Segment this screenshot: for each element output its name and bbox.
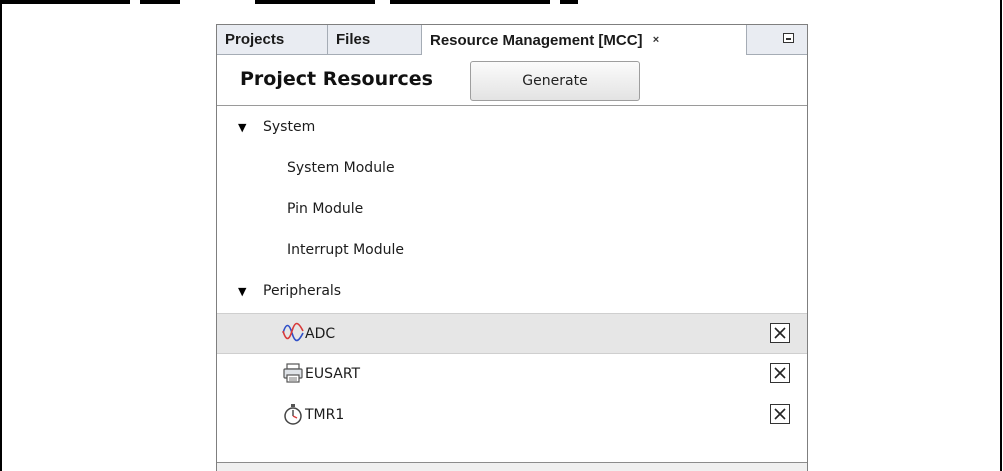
tree-item-label: Pin Module (287, 201, 364, 217)
generate-button[interactable]: Generate (470, 61, 640, 101)
tree-item-label: EUSART (305, 366, 361, 382)
tree-item-system-module[interactable]: System Module (217, 148, 807, 189)
tree-item-tmr1[interactable]: TMR1 (217, 395, 807, 436)
tree-item-eusart[interactable]: EUSART (217, 354, 807, 395)
tab-close-icon[interactable]: × (653, 25, 659, 55)
close-icon (774, 408, 786, 420)
tab-resource-management-label: Resource Management [MCC] (430, 32, 643, 49)
tab-files[interactable]: Files (328, 25, 422, 55)
printer-icon (283, 363, 303, 383)
expand-down-icon[interactable]: ▼ (238, 285, 246, 298)
tab-resource-management[interactable]: Resource Management [MCC] × (422, 25, 747, 55)
tree-item-pin-module[interactable]: Pin Module (217, 189, 807, 230)
tree-item-adc[interactable]: ADC (217, 313, 807, 354)
tree-item-interrupt-module[interactable]: Interrupt Module (217, 230, 807, 271)
tree-node-label: System (263, 119, 316, 135)
tree-node-system[interactable]: ▼ System (217, 107, 807, 148)
expand-down-icon[interactable]: ▼ (238, 121, 246, 134)
page-title: Project Resources (240, 68, 433, 90)
minimize-icon[interactable] (783, 33, 794, 43)
figure-caption-cutoff (0, 0, 1003, 4)
tab-projects[interactable]: Projects (217, 25, 328, 55)
project-resources-header: Project Resources Generate (217, 56, 807, 106)
waveform-icon (282, 322, 304, 342)
stopwatch-icon (284, 404, 302, 425)
close-icon (774, 327, 786, 339)
remove-tmr1-button[interactable] (770, 404, 790, 424)
remove-eusart-button[interactable] (770, 363, 790, 383)
figure-frame-right (1000, 0, 1002, 471)
tab-files-label: Files (336, 31, 371, 48)
tree-node-peripherals[interactable]: ▼ Peripherals (217, 271, 807, 312)
remove-adc-button[interactable] (770, 323, 790, 343)
tree-item-label: System Module (287, 160, 395, 176)
resource-management-panel: Projects Files Resource Management [MCC]… (216, 24, 808, 471)
tree-item-label: TMR1 (305, 407, 345, 423)
tree-item-label: Interrupt Module (287, 242, 404, 258)
close-icon (774, 367, 786, 379)
tab-bar: Projects Files Resource Management [MCC]… (217, 25, 807, 55)
tree-node-label: Peripherals (263, 283, 342, 299)
figure-frame-left (0, 0, 2, 471)
panel-bottom-edge (217, 462, 807, 471)
tab-projects-label: Projects (225, 31, 285, 48)
tree-item-label: ADC (305, 326, 336, 342)
